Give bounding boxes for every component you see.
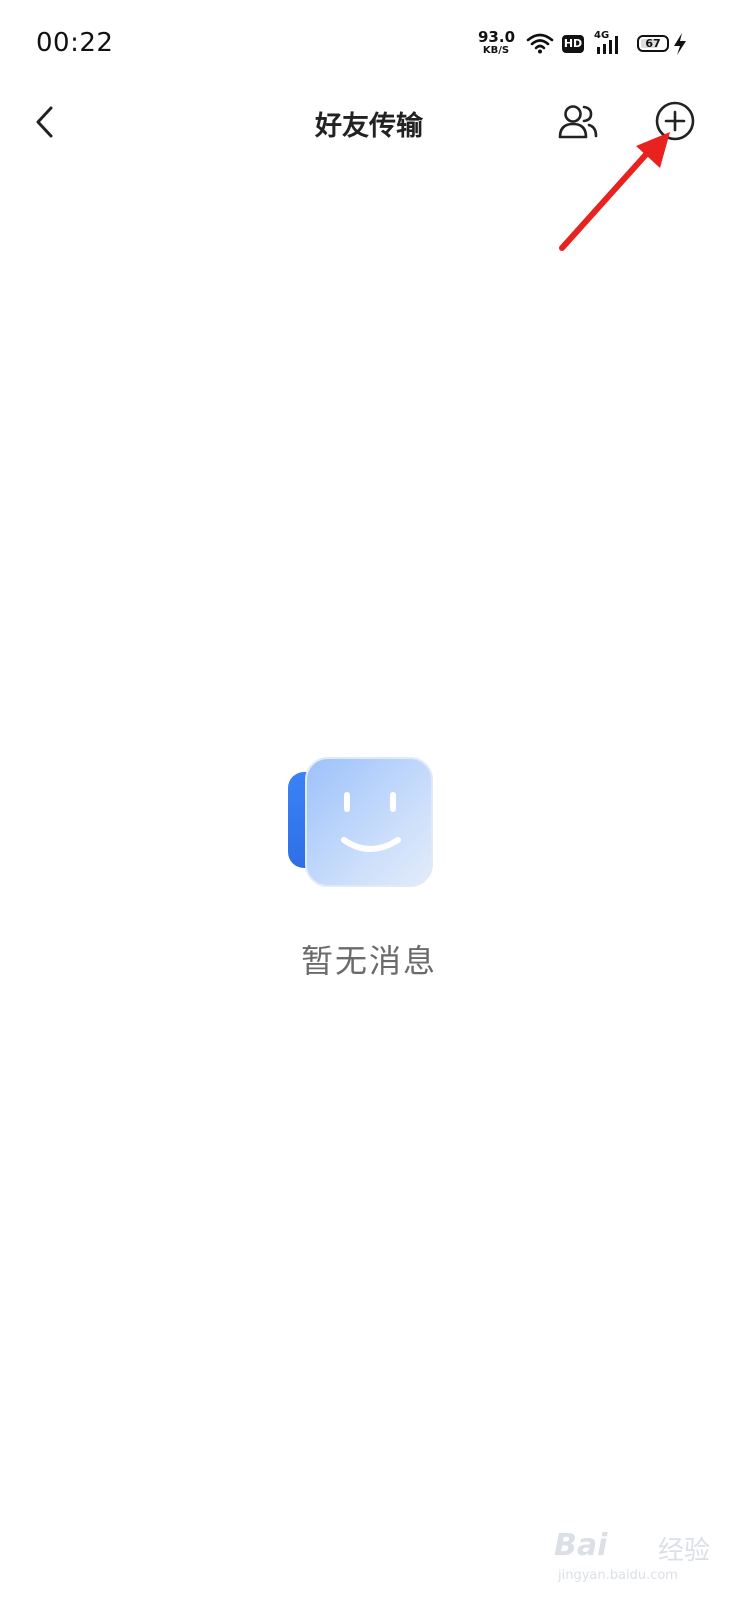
annotation-arrow-icon (559, 132, 670, 251)
smiley-icon (288, 757, 433, 887)
watermark-url: jingyan.baidu.com (558, 1568, 678, 1583)
network-speed-value: 93.0 (478, 28, 516, 46)
watermark-brand-cn: 经验 (658, 1536, 711, 1566)
empty-state-message: 暂无消息 (300, 942, 437, 980)
network-speed-unit: KB/S (482, 45, 510, 56)
watermark-brand: Bai (554, 1528, 608, 1563)
network-speed: 93.0 KB/S (478, 28, 516, 57)
hd-badge: HD (562, 35, 584, 53)
battery-indicator: 67 (637, 35, 669, 52)
signal-bars-icon (597, 36, 618, 54)
battery-level: 67 (645, 37, 661, 50)
wifi-icon (526, 33, 554, 54)
status-time: 00:22 (36, 28, 114, 58)
status-bar: 00:22 93.0 KB/S HD 4G 67 (0, 0, 738, 90)
watermark: Bai 经验 jingyan.baidu.com (554, 1520, 724, 1590)
charging-bolt-icon (674, 33, 686, 55)
